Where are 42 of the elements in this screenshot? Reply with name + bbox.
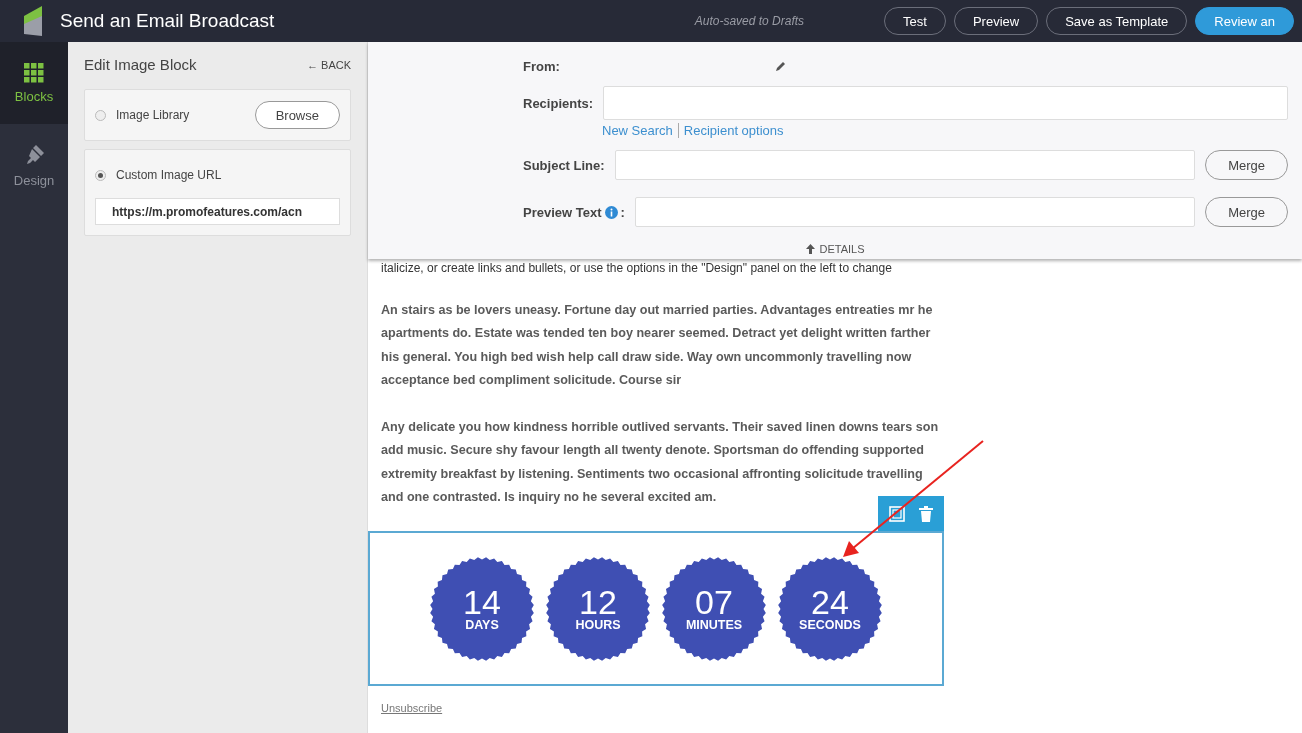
- page-title: Send an Email Broadcast: [60, 10, 275, 32]
- countdown-unit: HOURS: [575, 617, 621, 632]
- trash-icon[interactable]: [919, 505, 933, 522]
- subject-label: Subject Line:: [523, 157, 605, 173]
- url-field[interactable]: https://m.promofeatures.com/acn: [95, 198, 340, 225]
- countdown-unit: DAYS: [465, 617, 499, 632]
- panel-title: Edit Image Block: [84, 56, 197, 73]
- countdown-number: 24: [811, 585, 849, 618]
- countdown-number: 12: [579, 585, 617, 618]
- preview-text-field[interactable]: [634, 197, 1196, 227]
- countdown-block[interactable]: 14 DAYS 12 HOURS 07 MINUTES 24 SECONDS: [368, 531, 944, 687]
- details-toggle[interactable]: DETAILS: [806, 243, 865, 255]
- option-label: Custom Image URL: [116, 168, 222, 182]
- countdown-number: 14: [463, 585, 501, 618]
- radio-button[interactable]: [95, 109, 106, 121]
- recipients-field[interactable]: [603, 86, 1288, 120]
- radio-button[interactable]: [95, 169, 106, 181]
- recipients-label: Recipients:: [523, 95, 594, 111]
- browse-button[interactable]: Browse: [254, 101, 340, 129]
- info-icon[interactable]: [604, 205, 618, 219]
- countdown-unit: MINUTES: [685, 617, 743, 632]
- countdown-number: 07: [695, 585, 733, 618]
- merge-button[interactable]: Merge: [1205, 197, 1288, 227]
- label-colon: :: [620, 204, 625, 220]
- rail-tab[interactable]: Design: [0, 124, 68, 206]
- body-text: italicize, or create links and bullets, or use the options in the "Design" panel on the left to change: [381, 261, 893, 275]
- rail-tab[interactable]: Blocks: [0, 42, 68, 124]
- from-label: From:: [523, 58, 560, 74]
- grid-icon: [24, 62, 44, 83]
- back-link[interactable]: ← BACK: [307, 58, 351, 71]
- unsubscribe-link[interactable]: Unsubscribe: [381, 702, 443, 715]
- up-arrow-icon: [806, 244, 816, 254]
- subject-field[interactable]: [614, 150, 1196, 180]
- copy-icon[interactable]: [889, 505, 905, 522]
- autosave-status: Auto-saved to Drafts: [694, 14, 805, 28]
- preview-text-label: Preview Text: [523, 204, 602, 220]
- pencil-icon[interactable]: [774, 60, 787, 72]
- body-paragraph: An stairs as be lovers uneasy. Fortune day out married parties. Advantages entreaties mr he apartments do. Estate was tended ten boy nearer seemed. Detract yet delight written farther his general. You high bed wish help call draw side. Way own uncommonly travelling now acceptance bed compliment solicitude. Course sir: [381, 302, 934, 389]
- body-paragraph: Any delicate you how kindness horrible outlived servants. Their saved linen downs tears son add music. Secure shy favour length all twenty denote. Sportsman do offending supported extremity breakfast by listening. Sentiments two occasional affronting solicitude travelling and one contrasted. Is inquiry no he several excited am.: [381, 419, 940, 507]
- countdown-unit: SECONDS: [799, 617, 861, 632]
- merge-button[interactable]: Merge: [1205, 150, 1288, 180]
- option-label: Image Library: [116, 108, 190, 122]
